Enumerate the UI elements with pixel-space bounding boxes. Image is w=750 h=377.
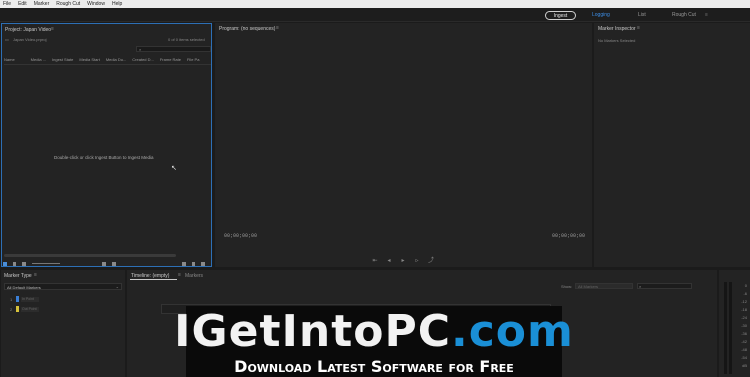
freeform-view-icon[interactable]: [22, 261, 27, 266]
column-headers: Name Media ... Ingest State Media Start …: [4, 57, 211, 65]
project-path: Japan Video.prproj: [13, 37, 47, 42]
marker-label[interactable]: Out Point: [21, 306, 39, 312]
play-icon[interactable]: ▸: [399, 258, 407, 264]
zoom-slider[interactable]: [32, 263, 61, 264]
marker-inspector[interactable]: Marker Inspector ≡ No Markers Selected: [594, 23, 750, 267]
workspace-tab-logging[interactable]: Logging: [592, 12, 610, 18]
meter-tick: -12: [741, 299, 747, 304]
col-file-path[interactable]: File Pa: [187, 57, 199, 64]
marker-row[interactable]: 1 In Point: [10, 296, 39, 302]
search-icon: ⌕: [639, 284, 642, 289]
meter-tick: dB: [742, 363, 747, 368]
meter-tick: -30: [741, 323, 747, 328]
search-input[interactable]: ⌕: [136, 46, 211, 52]
panel-menu-icon[interactable]: ≡: [178, 272, 181, 278]
workspace-menu-icon[interactable]: ≡: [705, 12, 708, 18]
chevron-down-icon: ⌄: [115, 284, 119, 289]
timecode-left[interactable]: 00;00;00;00: [224, 233, 257, 239]
folder-icon: ▭: [5, 37, 9, 42]
meter-channel-right: [729, 282, 732, 374]
meter-tick: -36: [741, 331, 747, 336]
logo-text: IGetIntoPC: [174, 305, 451, 357]
list-view-icon[interactable]: [3, 261, 7, 266]
meter-tick: -24: [741, 315, 747, 320]
marker-color-swatch[interactable]: [16, 306, 19, 312]
meter-scale: 0 -6 -12 -18 -24 -30 -36 -42 -48 -54 dB: [741, 282, 747, 370]
inspector-title[interactable]: Marker Inspector: [598, 26, 636, 32]
watermark-logo: IGetIntoPC .com: [174, 306, 573, 357]
project-panel-title[interactable]: Project: Japan Video: [5, 27, 51, 33]
program-title[interactable]: Program: (no sequences): [219, 26, 275, 32]
meter-tick: -42: [741, 339, 747, 344]
watermark-tagline: Download Latest Software for Free: [234, 357, 514, 376]
col-created-date[interactable]: Created D...: [132, 57, 154, 64]
menu-window[interactable]: Window: [87, 1, 105, 7]
watermark-banner: IGetIntoPC .com Download Latest Software …: [174, 306, 573, 377]
workspace-tab-list[interactable]: List: [638, 12, 646, 18]
active-tab-indicator: [130, 279, 177, 280]
marker-row[interactable]: 2 Out Point: [10, 306, 39, 312]
col-frame-rate[interactable]: Frame Rate: [160, 57, 181, 64]
mark-in-icon[interactable]: ⇤: [371, 258, 379, 264]
meter-channel-left: [724, 282, 727, 374]
menu-edit[interactable]: Edit: [18, 1, 27, 7]
trash-icon[interactable]: [201, 261, 205, 266]
col-name[interactable]: Name: [4, 57, 15, 64]
menu-file[interactable]: File: [3, 1, 11, 7]
marker-type-panel[interactable]: Marker Type ≡ All Default Markers ⌄ 1 In…: [1, 270, 125, 377]
menu-marker[interactable]: Marker: [34, 1, 50, 7]
search-icon: ⌕: [139, 47, 142, 52]
timecode-right: 00;00;00;00: [552, 233, 586, 239]
meter-tick: -48: [741, 347, 747, 352]
marker-type-dropdown[interactable]: All Default Markers ⌄: [4, 283, 122, 290]
empty-hint: Double-click or click Ingest Button to I…: [54, 155, 154, 160]
inspector-empty-text: No Markers Selected: [598, 38, 636, 43]
marker-label[interactable]: In Point: [21, 296, 39, 302]
step-back-icon[interactable]: ◂: [385, 258, 393, 264]
menu-help[interactable]: Help: [112, 1, 122, 7]
automate-icon[interactable]: [112, 261, 116, 266]
marker-search-input[interactable]: ⌕: [637, 283, 692, 289]
marker-color-swatch[interactable]: [16, 296, 19, 302]
panel-menu-icon[interactable]: ≡: [51, 26, 54, 32]
mouse-cursor-icon: ↖: [171, 165, 177, 172]
ingest-button[interactable]: Ingest: [545, 11, 576, 20]
workspace-tab-rough-cut[interactable]: Rough Cut: [672, 12, 696, 18]
step-forward-icon[interactable]: ▹: [413, 258, 421, 264]
icon-view-icon[interactable]: [12, 261, 17, 266]
menu-bar: File Edit Marker Rough Cut Window Help: [0, 0, 750, 8]
marker-type-title[interactable]: Marker Type: [4, 273, 32, 279]
project-toolbar: [3, 260, 211, 267]
col-ingest-state[interactable]: Ingest State: [52, 57, 73, 64]
col-media-duration[interactable]: Media Du...: [106, 57, 126, 64]
export-frame-icon[interactable]: ⤴: [427, 258, 435, 264]
panel-menu-icon[interactable]: ≡: [276, 25, 279, 31]
dropdown-value: All Default Markers: [7, 285, 41, 290]
filter-value: All Markers: [578, 284, 599, 289]
meter-tick: -6: [743, 291, 747, 296]
program-monitor[interactable]: Program: (no sequences) ≡ 00;00;00;00 00…: [215, 23, 592, 267]
col-media-start[interactable]: Media Start: [79, 57, 99, 64]
panel-menu-icon[interactable]: ≡: [637, 25, 640, 31]
meter-tick: -18: [741, 307, 747, 312]
new-item-icon[interactable]: [191, 261, 196, 266]
filter-dropdown[interactable]: All Markers: [575, 283, 633, 289]
meter-tick: 0: [744, 283, 747, 288]
markers-tab[interactable]: Markers: [185, 273, 203, 279]
selection-count: 0 of 0 items selected: [168, 37, 205, 42]
project-panel[interactable]: Project: Japan Video ≡ ▭ Japan Video.prp…: [1, 23, 212, 267]
col-media-type[interactable]: Media ...: [31, 57, 46, 64]
audio-meter: 0 -6 -12 -18 -24 -30 -36 -42 -48 -54 dB: [719, 270, 750, 377]
new-bin-icon[interactable]: [181, 261, 186, 266]
panel-menu-icon[interactable]: ≡: [34, 272, 37, 278]
logo-suffix: .com: [451, 305, 574, 357]
meter-tick: -54: [741, 355, 747, 360]
horizontal-scrollbar[interactable]: [4, 254, 176, 257]
sort-icon[interactable]: [102, 261, 107, 266]
filter-label: Show:: [561, 284, 573, 289]
menu-rough-cut[interactable]: Rough Cut: [56, 1, 80, 7]
